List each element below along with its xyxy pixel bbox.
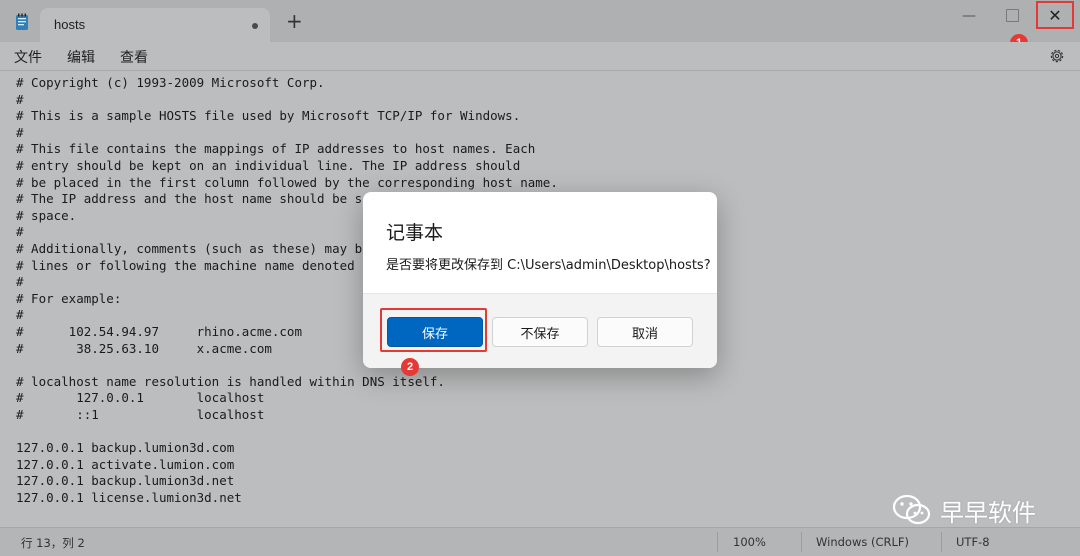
- cancel-button[interactable]: 取消: [597, 317, 693, 347]
- dialog-title: 记事本: [386, 222, 444, 244]
- menu-view[interactable]: 查看: [120, 47, 148, 67]
- status-divider: [801, 532, 802, 552]
- maximize-button[interactable]: [1006, 9, 1019, 22]
- tab-hosts[interactable]: hosts: [40, 8, 270, 42]
- title-bar: hosts + — ✕ 1: [0, 0, 1080, 52]
- tab-title: hosts: [54, 17, 86, 32]
- save-button-highlight: [380, 308, 487, 352]
- menu-bar: 文件 编辑 查看: [0, 42, 1080, 70]
- close-button[interactable]: ✕: [1036, 1, 1074, 29]
- watermark: 早早软件: [892, 490, 1036, 530]
- unsaved-dot-icon[interactable]: [252, 23, 258, 29]
- status-divider: [941, 532, 942, 552]
- watermark-text: 早早软件: [940, 498, 1036, 527]
- wechat-logo-icon: [892, 494, 931, 525]
- minimize-button[interactable]: —: [962, 8, 976, 24]
- notepad-icon: [16, 13, 28, 30]
- dialog-message: 是否要将更改保存到 C:\Users\admin\Desktop\hosts?: [386, 258, 711, 273]
- zoom-level[interactable]: 100%: [733, 535, 766, 549]
- encoding[interactable]: UTF-8: [956, 535, 990, 549]
- status-divider: [717, 532, 718, 552]
- menu-file[interactable]: 文件: [14, 47, 42, 67]
- close-icon: ✕: [1048, 5, 1062, 25]
- cursor-position: 行 13，列 2: [21, 536, 85, 550]
- line-ending[interactable]: Windows (CRLF): [816, 535, 909, 549]
- annotation-marker-2: 2: [401, 358, 419, 376]
- dont-save-button[interactable]: 不保存: [492, 317, 588, 347]
- status-bar: 行 13，列 2 100% Windows (CRLF) UTF-8: [0, 527, 1080, 556]
- new-tab-button[interactable]: +: [286, 11, 303, 31]
- menu-edit[interactable]: 编辑: [67, 47, 95, 67]
- settings-gear-icon[interactable]: [1048, 47, 1066, 65]
